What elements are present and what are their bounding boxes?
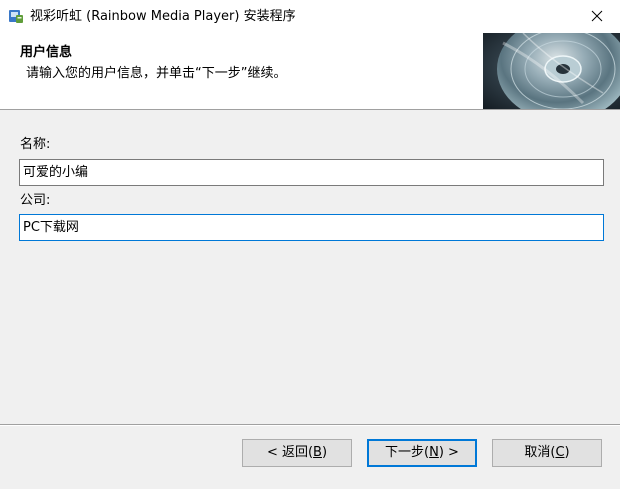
next-button[interactable]: 下一步(N) > — [367, 439, 477, 467]
cancel-button[interactable]: 取消(C) — [492, 439, 602, 467]
back-button-key: B — [313, 445, 322, 460]
cancel-button-key: C — [555, 445, 565, 460]
page-title: 用户信息 — [20, 45, 73, 60]
back-button-label: < 返回( — [266, 445, 314, 460]
back-button[interactable]: < 返回(B) — [242, 439, 352, 467]
page-subtitle: 请输入您的用户信息，并单击“下一步”继续。 — [26, 66, 287, 81]
cd-disc-image — [483, 33, 620, 109]
name-label: 名称: — [20, 137, 51, 152]
cancel-button-suffix: ) — [564, 445, 570, 460]
close-button[interactable] — [574, 0, 620, 32]
installer-icon — [8, 8, 24, 24]
wizard-header: 用户信息 请输入您的用户信息，并单击“下一步”继续。 — [0, 32, 620, 110]
title-bar[interactable]: 视彩听虹 (Rainbow Media Player) 安装程序 — [0, 0, 620, 32]
button-separator — [0, 424, 620, 426]
cancel-button-label: 取消( — [524, 445, 556, 460]
next-button-label: 下一步( — [385, 445, 430, 460]
close-icon — [591, 10, 603, 22]
company-input[interactable]: PC下载网 — [19, 214, 604, 241]
name-input[interactable]: 可爱的小编 — [19, 159, 604, 186]
next-button-key: N — [429, 445, 439, 460]
installer-window: 视彩听虹 (Rainbow Media Player) 安装程序 用户信息 请输… — [0, 0, 620, 489]
window-title: 视彩听虹 (Rainbow Media Player) 安装程序 — [30, 9, 296, 24]
company-label: 公司: — [20, 193, 51, 208]
next-button-suffix: ) > — [438, 445, 459, 460]
back-button-suffix: ) — [321, 445, 328, 460]
